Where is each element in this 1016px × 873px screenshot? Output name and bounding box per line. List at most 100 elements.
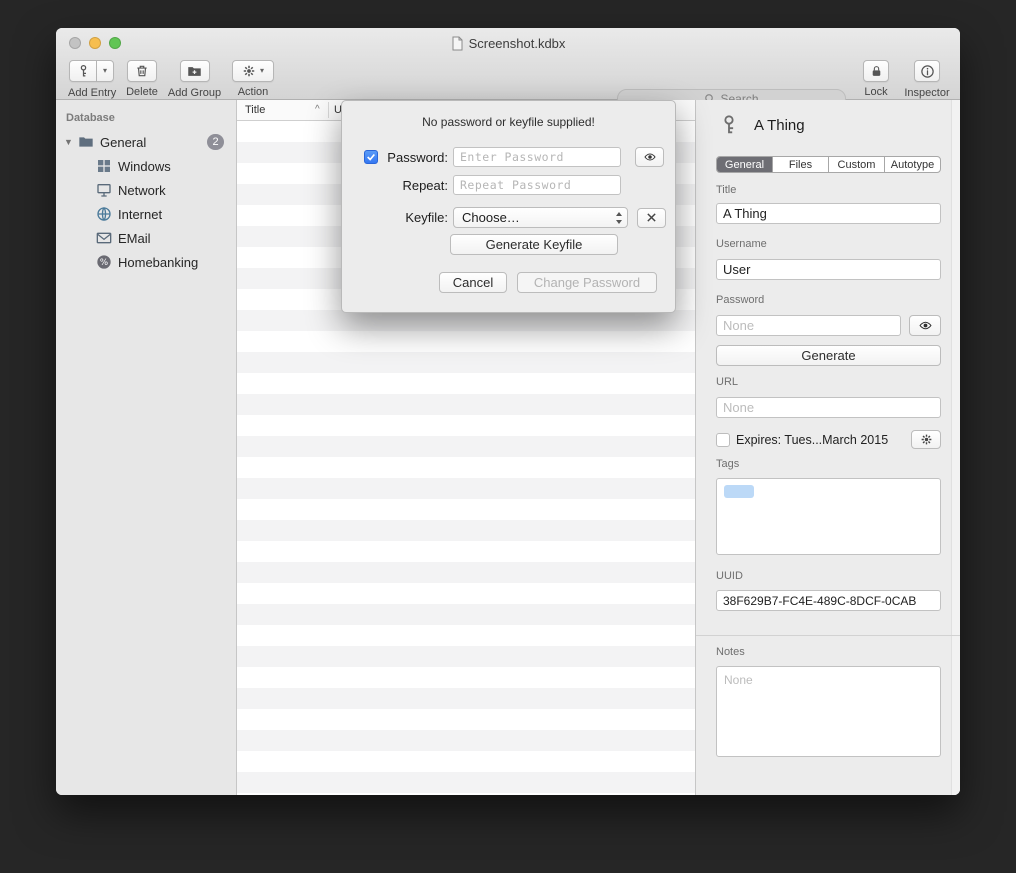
- percent-coin-icon: %: [96, 254, 112, 270]
- password-checkbox[interactable]: [364, 150, 378, 164]
- change-password-dialog: No password or keyfile supplied! Passwor…: [341, 100, 676, 313]
- expires-settings-button[interactable]: [911, 430, 941, 449]
- password-label: Password:: [383, 150, 448, 165]
- app-window: Screenshot.kdbx ▾ Add Entry Delete: [56, 28, 960, 795]
- clear-keyfile-button[interactable]: [637, 208, 666, 228]
- sidebar-item-internet[interactable]: Internet: [56, 202, 236, 226]
- tab-custom[interactable]: Custom: [829, 157, 885, 172]
- tab-autotype[interactable]: Autotype: [885, 157, 940, 172]
- dialog-message: No password or keyfile supplied!: [342, 115, 675, 129]
- keyfile-label: Keyfile:: [383, 210, 448, 225]
- sort-ascending-icon: ^: [315, 104, 320, 115]
- folder-icon: [78, 134, 94, 150]
- trash-icon: [135, 64, 149, 78]
- password-field-label: Password: [716, 294, 764, 306]
- expires-checkbox[interactable]: [716, 433, 730, 447]
- username-field-label: Username: [716, 238, 767, 250]
- tags-box[interactable]: [716, 478, 941, 555]
- add-entry-button[interactable]: [69, 60, 97, 82]
- check-icon: [366, 152, 376, 162]
- chevron-down-icon: ▾: [260, 67, 264, 75]
- cancel-button[interactable]: Cancel: [439, 272, 507, 293]
- reveal-password-button[interactable]: [909, 315, 941, 336]
- url-field[interactable]: [716, 397, 941, 418]
- globe-icon: [96, 206, 112, 222]
- envelope-icon: [96, 230, 112, 246]
- generate-password-button[interactable]: Generate: [716, 345, 941, 366]
- action-button[interactable]: ▾: [232, 60, 274, 82]
- chevron-down-icon: ▾: [103, 67, 107, 75]
- disclosure-triangle-icon[interactable]: ▼: [64, 137, 78, 147]
- gear-icon: [242, 64, 256, 78]
- password-field[interactable]: [716, 315, 901, 336]
- group-label: Windows: [118, 159, 171, 174]
- windows-icon: [96, 158, 112, 174]
- title-field[interactable]: [716, 203, 941, 224]
- add-group-button[interactable]: [180, 60, 210, 82]
- network-icon: [96, 182, 112, 198]
- titlebar[interactable]: Screenshot.kdbx: [56, 28, 960, 58]
- repeat-label: Repeat:: [383, 178, 448, 193]
- notes-box[interactable]: None: [716, 666, 941, 757]
- stepper-icon: [615, 211, 623, 225]
- column-header-title[interactable]: Title: [245, 104, 265, 116]
- section-divider: [696, 635, 960, 636]
- lock-icon: [870, 65, 883, 78]
- inspector-scrollbar[interactable]: [951, 100, 960, 795]
- key-icon: [76, 64, 91, 79]
- window-chrome: Screenshot.kdbx ▾ Add Entry Delete: [56, 28, 960, 100]
- group-label: Internet: [118, 207, 162, 222]
- window-title: Screenshot.kdbx: [469, 36, 566, 51]
- window-title-wrap: Screenshot.kdbx: [56, 28, 960, 58]
- sidebar-item-homebanking[interactable]: % Homebanking: [56, 250, 236, 274]
- inspector-tabs: General Files Custom Autotype: [716, 156, 941, 173]
- sidebar-item-network[interactable]: Network: [56, 178, 236, 202]
- repeat-input[interactable]: [453, 175, 621, 195]
- add-entry-dropdown[interactable]: ▾: [97, 60, 114, 82]
- expires-label: Expires: Tues...March 2015: [736, 433, 888, 447]
- action-label: Action: [231, 86, 275, 98]
- tag-pill[interactable]: [724, 485, 754, 498]
- inspector-panel: A Thing General Files Custom Autotype Ti…: [695, 100, 960, 795]
- svg-text:%: %: [100, 258, 108, 268]
- tags-label: Tags: [716, 458, 739, 470]
- close-icon: [646, 212, 657, 223]
- sidebar-item-general[interactable]: ▼ General 2: [56, 130, 236, 154]
- sidebar-item-email[interactable]: EMail: [56, 226, 236, 250]
- group-label: Network: [118, 183, 166, 198]
- tab-general[interactable]: General: [717, 157, 773, 172]
- lock-label: Lock: [862, 86, 890, 98]
- uuid-field[interactable]: [716, 590, 941, 611]
- entry-title: A Thing: [754, 117, 805, 134]
- keyfile-select-value: Choose…: [462, 210, 520, 225]
- eye-icon: [642, 151, 658, 163]
- reveal-password-button[interactable]: [635, 147, 664, 167]
- document-icon: [451, 36, 464, 51]
- change-password-button[interactable]: Change Password: [517, 272, 657, 293]
- key-icon: [718, 112, 740, 138]
- gear-icon: [920, 433, 933, 446]
- tab-files[interactable]: Files: [773, 157, 829, 172]
- add-group-label: Add Group: [166, 87, 223, 99]
- group-label: EMail: [118, 231, 151, 246]
- folder-plus-icon: [187, 64, 202, 79]
- add-entry-label: Add Entry: [68, 87, 115, 99]
- inspector-button[interactable]: [914, 60, 940, 82]
- username-field[interactable]: [716, 259, 941, 280]
- group-label: Homebanking: [118, 255, 198, 270]
- lock-button[interactable]: [863, 60, 889, 82]
- info-icon: [920, 64, 935, 79]
- delete-label: Delete: [126, 86, 158, 98]
- column-divider[interactable]: [328, 102, 329, 118]
- keyfile-select[interactable]: Choose…: [453, 207, 628, 228]
- inspector-label: Inspector: [904, 87, 950, 99]
- url-field-label: URL: [716, 376, 738, 388]
- notes-placeholder: None: [717, 667, 940, 693]
- delete-button[interactable]: [127, 60, 157, 82]
- group-label: General: [100, 135, 146, 150]
- eye-icon: [917, 319, 934, 332]
- generate-keyfile-button[interactable]: Generate Keyfile: [450, 234, 618, 255]
- password-input[interactable]: [453, 147, 621, 167]
- entry-count-badge: 2: [207, 134, 224, 150]
- sidebar-item-windows[interactable]: Windows: [56, 154, 236, 178]
